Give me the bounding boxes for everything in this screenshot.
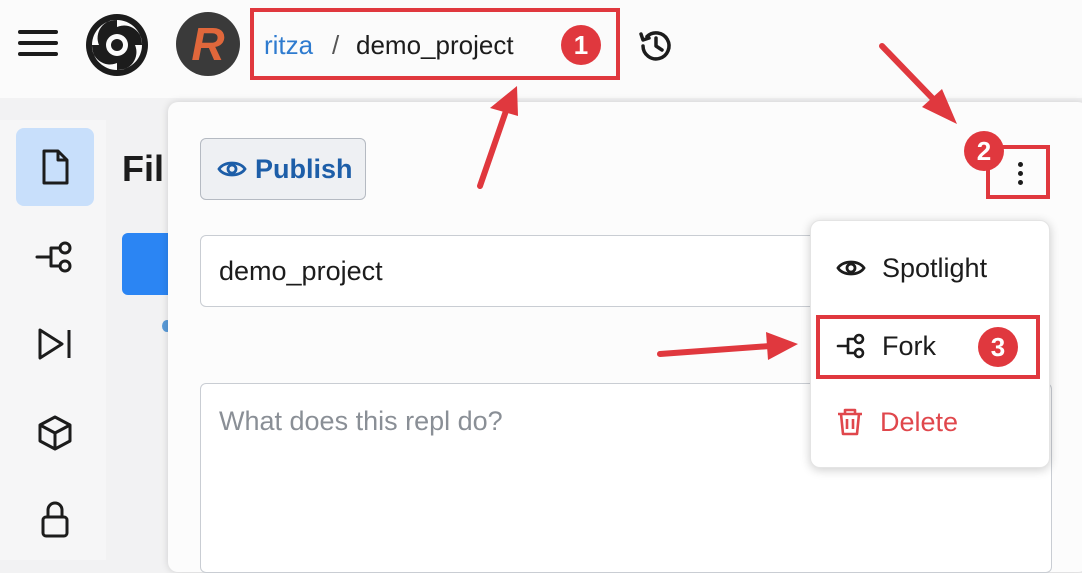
version-control-rail-button[interactable] bbox=[16, 218, 94, 296]
debugger-rail-button[interactable] bbox=[16, 305, 94, 383]
cube-icon bbox=[38, 415, 72, 451]
fork-icon bbox=[35, 241, 72, 273]
lock-icon bbox=[41, 501, 69, 538]
menu-item-label: Delete bbox=[880, 406, 959, 437]
menu-item-delete[interactable]: Delete bbox=[836, 402, 958, 442]
annotation-badge-3: 3 bbox=[978, 327, 1018, 367]
menu-item-label: Spotlight bbox=[882, 252, 988, 283]
avatar[interactable]: R bbox=[176, 12, 240, 76]
eye-icon bbox=[217, 161, 247, 177]
menu-icon[interactable] bbox=[18, 30, 58, 58]
eye-icon bbox=[836, 260, 866, 276]
packages-rail-button[interactable] bbox=[16, 394, 94, 472]
files-heading: Fil bbox=[122, 148, 164, 189]
trash-icon bbox=[838, 408, 862, 436]
step-forward-icon bbox=[38, 328, 71, 360]
files-rail-button[interactable] bbox=[16, 128, 94, 206]
publish-button[interactable]: Publish bbox=[200, 138, 366, 200]
annotation-badge-1: 1 bbox=[561, 25, 601, 65]
secrets-rail-button[interactable] bbox=[16, 480, 94, 558]
annotation-badge-2: 2 bbox=[964, 131, 1004, 171]
replit-logo-icon[interactable] bbox=[84, 12, 150, 78]
repl-name-input[interactable]: demo_project bbox=[200, 235, 840, 307]
file-icon bbox=[42, 149, 69, 185]
menu-item-spotlight[interactable]: Spotlight bbox=[836, 248, 987, 288]
publish-label: Publish bbox=[255, 153, 353, 184]
history-icon[interactable] bbox=[636, 26, 676, 66]
